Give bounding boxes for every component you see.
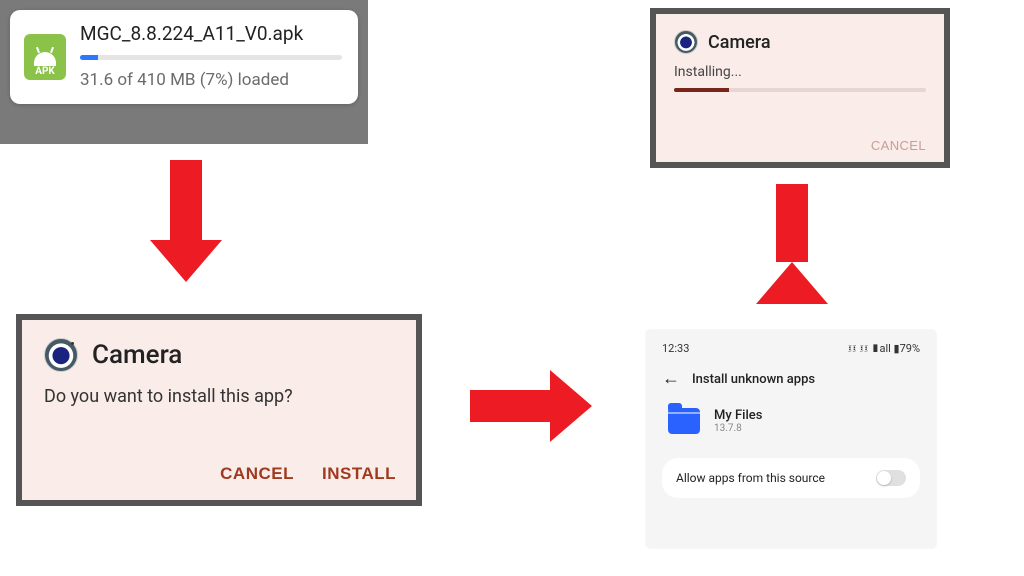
installing-progress-bar [674, 88, 926, 92]
source-app-name: My Files [714, 408, 762, 423]
cancel-button[interactable]: CANCEL [220, 464, 294, 484]
flow-arrow-up [756, 184, 828, 304]
download-card: APK MGC_8.8.224_A11_V0.apk 31.6 of 410 M… [10, 10, 358, 104]
installing-app-name: Camera [708, 32, 771, 53]
flow-arrow-right [470, 370, 592, 442]
download-progress-bar [80, 55, 342, 60]
apk-file-icon: APK [24, 34, 66, 80]
install-prompt-panel: Camera Do you want to install this app? … [16, 314, 422, 506]
settings-screen: 12:33 ፤፤ ፤፤ ▮all ▮79% ← Install unknown … [646, 330, 936, 548]
app-source-row: My Files 13.7.8 [662, 408, 920, 434]
allow-source-row: Allow apps from this source [662, 458, 920, 498]
back-arrow-icon[interactable]: ← [662, 370, 680, 388]
status-bar: 12:33 ፤፤ ፤፤ ▮all ▮79% [662, 342, 920, 356]
download-progress-fill [80, 55, 98, 60]
download-filename: MGC_8.8.224_A11_V0.apk [80, 22, 342, 45]
installing-status: Installing... [674, 64, 926, 80]
apk-label: APK [35, 66, 55, 77]
camera-app-icon [44, 338, 78, 372]
allow-source-label: Allow apps from this source [676, 471, 825, 485]
source-app-version: 13.7.8 [714, 423, 762, 434]
installing-progress-fill [674, 88, 729, 92]
status-indicators: ፤፤ ፤፤ ▮all ▮79% [848, 342, 920, 356]
installing-panel: Camera Installing... CANCEL [650, 8, 950, 168]
prompt-app-name: Camera [92, 340, 182, 370]
settings-title: Install unknown apps [692, 372, 815, 387]
flow-arrow-down-1 [150, 160, 222, 282]
prompt-message: Do you want to install this app? [44, 386, 406, 407]
allow-source-toggle[interactable] [876, 470, 906, 486]
installing-cancel-button[interactable]: CANCEL [871, 138, 926, 153]
install-prompt-dialog: Camera Do you want to install this app? … [22, 320, 416, 500]
install-button[interactable]: INSTALL [322, 464, 396, 484]
status-time: 12:33 [662, 342, 689, 356]
installing-dialog: Camera Installing... CANCEL [656, 14, 944, 162]
download-status-text: 31.6 of 410 MB (7%) loaded [80, 70, 342, 90]
download-panel: APK MGC_8.8.224_A11_V0.apk 31.6 of 410 M… [0, 0, 368, 144]
camera-app-icon [674, 30, 698, 54]
folder-icon [668, 408, 700, 434]
